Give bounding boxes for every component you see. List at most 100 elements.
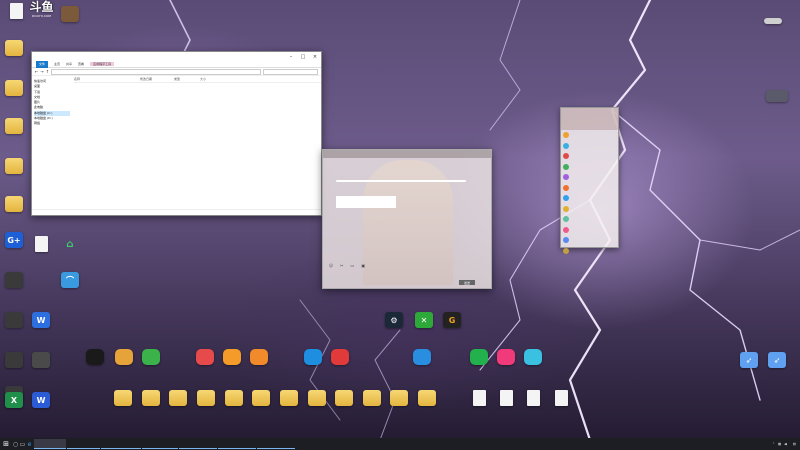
desktop-icon-recycle[interactable] <box>3 3 29 27</box>
taskbar-app[interactable] <box>101 439 141 449</box>
address-path[interactable] <box>51 68 261 75</box>
chat-window[interactable]: ☺ ✂ ▭ ▣ 发送 <box>322 149 492 289</box>
folder-shortcut[interactable] <box>331 390 357 414</box>
volume-icon[interactable]: ◀ <box>784 442 787 446</box>
ribbon-tab-app-tools[interactable]: 应用程序工具 <box>90 62 115 66</box>
folder-shortcut[interactable] <box>414 390 440 414</box>
contact-item[interactable] <box>561 130 618 141</box>
notification-icon[interactable]: ▤ <box>793 442 796 446</box>
dock-item[interactable] <box>327 349 353 373</box>
desktop-icon[interactable]: W <box>28 392 54 416</box>
desktop-icon-top-right[interactable] <box>760 18 786 42</box>
task-view-icon[interactable]: ▭ <box>19 438 26 450</box>
desktop-icon-wps[interactable]: W <box>28 312 54 336</box>
folder-shortcut[interactable] <box>165 390 191 414</box>
dock-item[interactable] <box>493 349 519 373</box>
minimize-icon[interactable]: – <box>285 54 297 60</box>
desktop-icon[interactable] <box>1 272 27 296</box>
contact-item[interactable] <box>561 214 618 225</box>
ribbon-tab-home[interactable]: 主页 <box>54 62 60 66</box>
folder-shortcut[interactable] <box>276 390 302 414</box>
contact-item[interactable] <box>561 183 618 194</box>
nav-item[interactable]: 网络 <box>34 121 70 126</box>
taskbar-app[interactable] <box>179 439 217 449</box>
contact-item[interactable] <box>561 246 618 257</box>
scissors-icon[interactable]: ✂ <box>340 263 343 268</box>
folder-shortcut[interactable] <box>221 390 247 414</box>
folder-shortcut[interactable] <box>359 390 385 414</box>
taskbar-app[interactable] <box>257 439 295 449</box>
up-icon[interactable]: ↑ <box>46 69 49 74</box>
dock-item[interactable] <box>466 349 492 373</box>
send-button[interactable]: 发送 <box>459 280 475 285</box>
forward-icon[interactable]: → <box>40 69 43 74</box>
desktop-icon[interactable] <box>1 352 27 376</box>
taskbar-app[interactable] <box>142 439 178 449</box>
folder-icon[interactable]: ▭ <box>351 263 355 268</box>
document-shortcut[interactable] <box>548 390 574 414</box>
ribbon-tab-view[interactable]: 查看 <box>78 62 84 66</box>
document-shortcut[interactable] <box>493 390 519 414</box>
dock-item[interactable] <box>246 349 272 373</box>
desktop-icon-home[interactable]: ⌂ <box>57 236 83 260</box>
contacts-panel[interactable] <box>560 107 619 254</box>
folder-shortcut[interactable] <box>248 390 274 414</box>
chat-file-card[interactable] <box>336 196 396 208</box>
desktop-icon-app2[interactable]: ⌒ <box>57 272 83 296</box>
contact-item[interactable] <box>561 151 618 162</box>
desktop-icon-app[interactable] <box>57 6 83 30</box>
desktop-icon[interactable] <box>1 80 27 104</box>
desktop-icon[interactable]: G+ <box>1 232 27 256</box>
column-size[interactable]: 大小 <box>200 77 220 82</box>
steam-icon-tile[interactable]: ⚙ <box>381 312 407 336</box>
network-icon[interactable]: ▦ <box>778 442 781 446</box>
dock-item[interactable] <box>111 349 137 373</box>
desktop-icon[interactable] <box>1 158 27 182</box>
desktop-icon[interactable]: X <box>1 392 27 416</box>
contact-item[interactable] <box>561 162 618 173</box>
desktop-icon-bird-2[interactable]: ➶ <box>764 352 790 376</box>
maximize-icon[interactable]: □ <box>297 54 309 60</box>
dock-item[interactable] <box>520 349 546 373</box>
folder-shortcut[interactable] <box>193 390 219 414</box>
start-button[interactable]: ⊞ <box>0 438 12 450</box>
tray-arrow-icon[interactable]: ⌃ <box>772 442 775 446</box>
emoji-icon[interactable]: ☺ <box>329 263 333 268</box>
desktop-icon[interactable] <box>1 196 27 220</box>
taskbar-app[interactable] <box>34 439 66 449</box>
desktop-icon-file[interactable] <box>28 236 54 260</box>
contact-item[interactable] <box>561 141 618 152</box>
desktop-icon-thumbnail[interactable] <box>764 90 790 114</box>
contact-item[interactable] <box>561 204 618 215</box>
g-app-icon-tile[interactable]: G <box>439 312 465 336</box>
back-icon[interactable]: ← <box>35 69 38 74</box>
document-shortcut[interactable] <box>520 390 546 414</box>
folder-shortcut[interactable] <box>304 390 330 414</box>
dock-item[interactable] <box>219 349 245 373</box>
folder-shortcut[interactable] <box>110 390 136 414</box>
contact-item[interactable] <box>561 193 618 204</box>
desktop-icon[interactable] <box>1 40 27 64</box>
document-shortcut[interactable] <box>466 390 492 414</box>
dock-item[interactable] <box>300 349 326 373</box>
desktop-icon[interactable] <box>1 118 27 142</box>
xbox-icon-tile[interactable]: ✕ <box>411 312 437 336</box>
column-date[interactable]: 修改日期 <box>140 77 174 82</box>
contact-item[interactable] <box>561 172 618 183</box>
search-icon[interactable]: ○ <box>12 438 19 450</box>
close-icon[interactable]: × <box>309 54 321 60</box>
folder-shortcut[interactable] <box>386 390 412 414</box>
desktop-icon-bird-1[interactable]: ➶ <box>736 352 762 376</box>
search-input[interactable] <box>263 68 318 75</box>
desktop-icon[interactable] <box>1 312 27 336</box>
image-icon[interactable]: ▣ <box>361 263 365 268</box>
contact-item[interactable] <box>561 225 618 236</box>
edge-icon[interactable]: e <box>26 438 33 450</box>
desktop-icon-app3[interactable] <box>28 352 54 376</box>
explorer-titlebar[interactable]: – □ × <box>32 52 321 61</box>
file-explorer-window[interactable]: – □ × 文件 主页 共享 查看 应用程序工具 ← → ↑ 快速访问 桌面 下… <box>31 51 322 216</box>
taskbar-app[interactable] <box>67 439 100 449</box>
ribbon-tab-file[interactable]: 文件 <box>36 60 49 68</box>
dock-item[interactable] <box>138 349 164 373</box>
folder-shortcut[interactable] <box>138 390 164 414</box>
